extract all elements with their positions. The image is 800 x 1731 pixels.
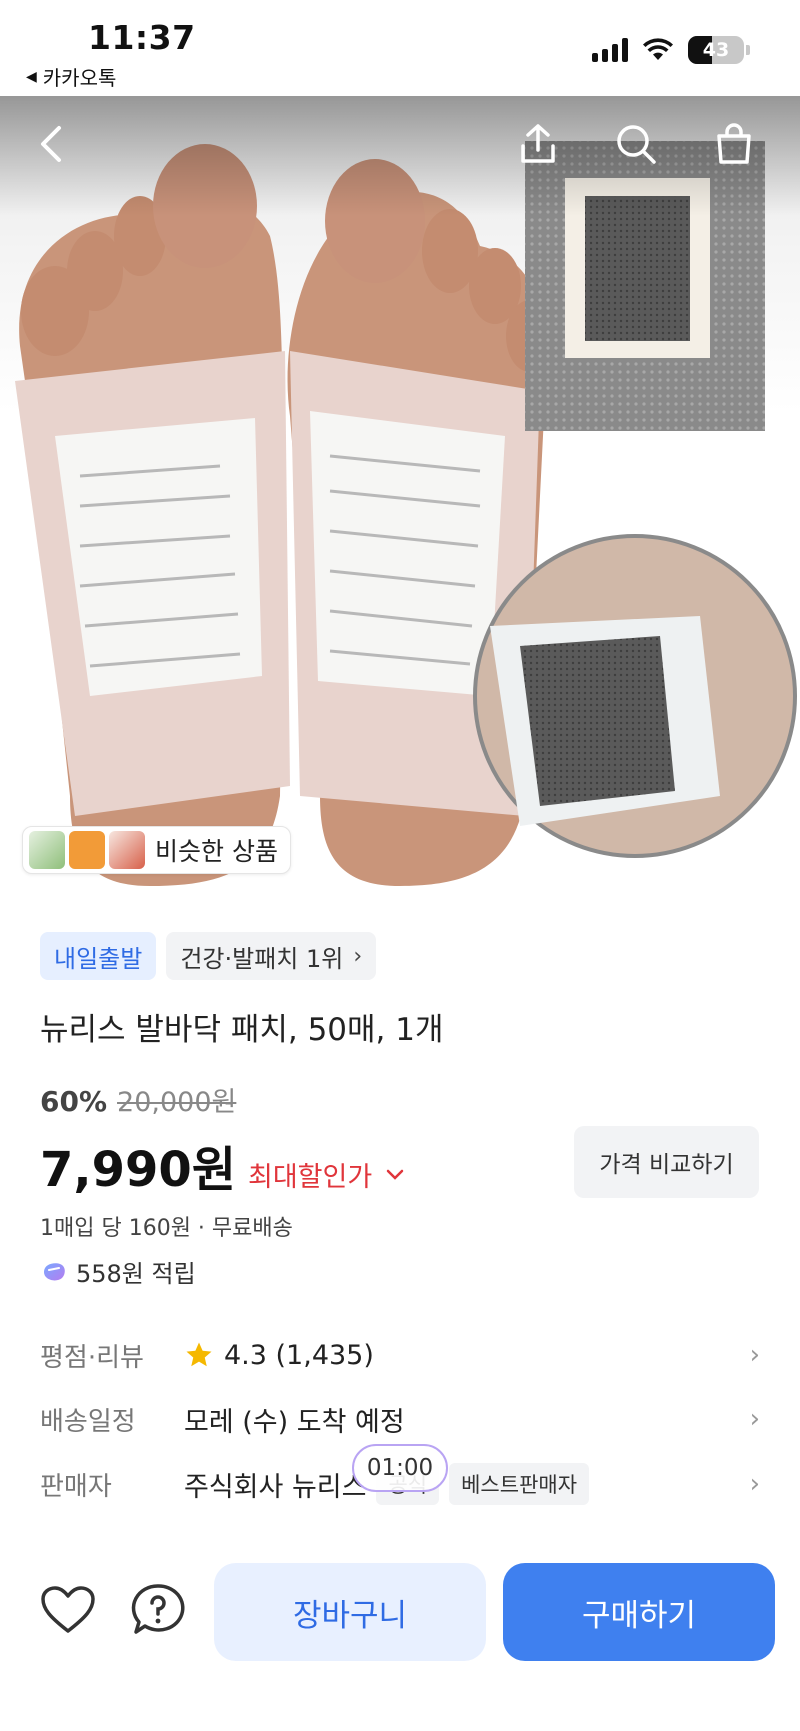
- chevron-down-icon: [386, 1169, 404, 1180]
- share-button[interactable]: [510, 116, 566, 172]
- price-compare-button[interactable]: 가격 비교하기: [574, 1126, 759, 1198]
- similar-thumb-1: [29, 831, 65, 869]
- product-image[interactable]: [0, 96, 800, 886]
- points-label: 558원 적립: [76, 1260, 196, 1288]
- inquiry-button[interactable]: [128, 1580, 188, 1640]
- delivery-badge: 내일출발: [40, 932, 157, 980]
- back-app-label: 카카오톡: [42, 66, 117, 90]
- cart-icon: [717, 123, 751, 164]
- max-discount-label: 최대할인가: [248, 1162, 373, 1193]
- question-bubble-icon: [131, 1584, 185, 1634]
- status-time: 11:37: [88, 18, 196, 57]
- heart-icon: [41, 1586, 95, 1633]
- status-bar: 11:37 ◀ 카카오톡 43: [0, 0, 800, 96]
- discount-row: 60% 20,000원: [40, 1080, 236, 1119]
- similar-thumb-2: [69, 831, 105, 869]
- shipping-value: 모레 (수) 도착 예정: [184, 1406, 405, 1438]
- product-title: 뉴리스 발바닥 패치, 50매, 1개: [40, 1012, 444, 1048]
- category-rank-badge[interactable]: 건강·발패치 1위 ›: [166, 932, 377, 980]
- discount-rate: 60%: [40, 1085, 108, 1118]
- star-icon: [186, 1342, 212, 1367]
- sale-price: 7,990원: [40, 1142, 236, 1198]
- original-price: 20,000원: [117, 1087, 237, 1118]
- back-button[interactable]: [24, 116, 80, 172]
- countdown-timer: 01:00: [352, 1444, 448, 1492]
- share-icon: [521, 124, 555, 163]
- unit-price-shipping: 1매입 당 160원 · 무료배송: [40, 1216, 293, 1241]
- seller-label: 판매자: [40, 1471, 112, 1502]
- hero-top-gradient: [0, 96, 800, 216]
- chevron-right-icon: ›: [749, 1340, 760, 1370]
- category-rank-label: 건강·발패치 1위: [180, 944, 344, 973]
- max-discount-toggle[interactable]: 최대할인가: [248, 1155, 404, 1194]
- seller-name: 주식회사 뉴리스: [184, 1471, 367, 1503]
- chevron-right-icon: ›: [353, 943, 363, 969]
- add-to-cart-button[interactable]: 장바구니: [214, 1563, 486, 1661]
- wifi-icon: [643, 38, 673, 60]
- back-icon: [41, 126, 61, 162]
- rating-value: 4.3 (1,435): [224, 1339, 374, 1371]
- back-triangle-icon: ◀: [26, 68, 37, 85]
- chevron-right-icon: ›: [749, 1404, 760, 1434]
- similar-thumb-3: [109, 831, 145, 869]
- wishlist-button[interactable]: [38, 1580, 98, 1640]
- battery-percent: 43: [702, 39, 730, 61]
- shipping-label: 배송일정: [40, 1406, 136, 1437]
- price-row: 7,990원 최대할인가: [40, 1130, 404, 1200]
- best-seller-badge: 베스트판매자: [449, 1463, 590, 1505]
- bottom-action-bar: 장바구니 구매하기: [0, 1540, 800, 1731]
- back-to-app-link[interactable]: ◀ 카카오톡: [26, 62, 116, 91]
- points-gem-icon: [44, 1262, 65, 1280]
- battery-icon: 43: [688, 36, 744, 64]
- search-button[interactable]: [608, 116, 664, 172]
- cellular-signal-icon: [592, 38, 628, 62]
- similar-products-label: 비슷한 상품: [155, 837, 278, 866]
- rating-value-group: 4.3 (1,435): [184, 1340, 374, 1371]
- similar-products-button[interactable]: 비슷한 상품: [22, 826, 291, 874]
- chevron-right-icon: ›: [749, 1469, 760, 1499]
- cart-button[interactable]: [706, 116, 762, 172]
- battery-cap: [746, 45, 750, 55]
- rating-label: 평점·리뷰: [40, 1342, 144, 1373]
- shipping-schedule-row[interactable]: 배송일정 모레 (수) 도착 예정 ›: [40, 1394, 760, 1444]
- search-icon: [617, 125, 656, 164]
- rating-review-row[interactable]: 평점·리뷰 4.3 (1,435) ›: [40, 1330, 760, 1380]
- product-badges: 내일출발 건강·발패치 1위 ›: [40, 932, 377, 980]
- status-indicators: 43: [592, 36, 750, 64]
- buy-now-button[interactable]: 구매하기: [503, 1563, 775, 1661]
- reward-points: 558원 적립: [40, 1254, 196, 1289]
